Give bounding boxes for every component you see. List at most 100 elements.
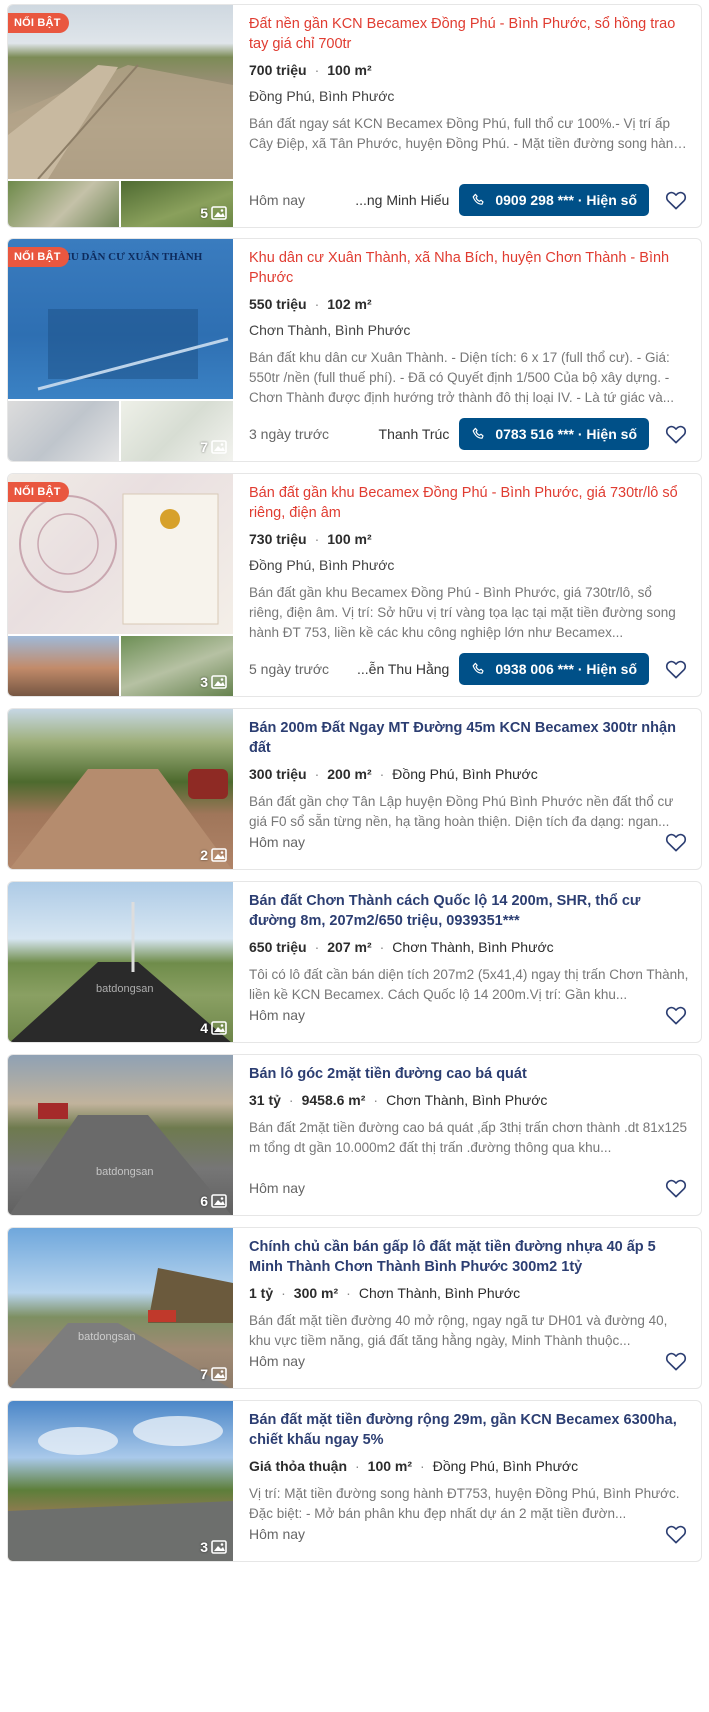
listing-card[interactable]: NỔI BẬT 3 Bán đất gần khu Becamex Đồng P…: [7, 473, 702, 697]
heart-icon: [665, 1006, 687, 1025]
listing-area: 100 m²: [327, 62, 372, 78]
listing-footer: Hôm nay: [249, 998, 689, 1032]
save-listing-button[interactable]: [663, 1002, 689, 1028]
listing-date: Hôm nay: [249, 192, 306, 208]
listing-info: Đất nền gần KCN Becamex Đồng Phú - Bình …: [249, 5, 689, 227]
image-icon: [211, 440, 227, 454]
show-phone-button[interactable]: 0938 006 *** · Hiện số: [459, 653, 649, 685]
listing-specs: 31 tỷ · 9458.6 m² · Chơn Thành, Bình Phước: [249, 1092, 548, 1108]
save-listing-button[interactable]: [663, 656, 689, 682]
listing-specs: 1 tỷ · 300 m² · Chơn Thành, Bình Phước: [249, 1285, 521, 1301]
thumb-photo[interactable]: [8, 401, 119, 461]
photo-count[interactable]: 3: [200, 674, 227, 690]
listing-location: Đồng Phú, Bình Phước: [432, 1458, 579, 1474]
save-listing-button[interactable]: [663, 829, 689, 855]
image-icon: [211, 1194, 227, 1208]
listing-title[interactable]: Bán đất mặt tiền đường rộng 29m, gần KCN…: [249, 1410, 689, 1450]
listing-location: Chơn Thành, Bình Phước: [249, 322, 411, 338]
listing-footer: Hôm nay: [249, 1171, 689, 1205]
listing-info: Bán lô góc 2mặt tiền đường cao bá quát 3…: [249, 1055, 689, 1215]
listing-media[interactable]: KHU DÂN CƯ XUÂN THÀNH NỔI BẬT 7: [8, 239, 233, 461]
listing-area: 100 m²: [367, 1458, 413, 1474]
main-photo[interactable]: batdongsan: [8, 882, 233, 1042]
photo-count[interactable]: 7: [200, 439, 227, 455]
save-listing-button[interactable]: [663, 1175, 689, 1201]
save-listing-button[interactable]: [663, 421, 689, 447]
featured-badge: NỔI BẬT: [8, 247, 69, 267]
photo-count[interactable]: 5: [200, 205, 227, 221]
listing-price: 31 tỷ: [249, 1092, 281, 1108]
main-photo[interactable]: [8, 709, 233, 869]
thumb-photo[interactable]: [8, 181, 119, 227]
agent-name[interactable]: Thanh Trúc: [379, 426, 450, 442]
listing-price: 1 tỷ: [249, 1285, 274, 1301]
listing-price: Giá thỏa thuận: [249, 1458, 347, 1474]
listing-price: 300 triệu: [249, 766, 307, 782]
photo-count[interactable]: 7: [200, 1366, 227, 1382]
listing-info: Chính chủ cần bán gấp lô đất mặt tiền đư…: [249, 1228, 689, 1388]
listing-footer: 3 ngày trước Thanh Trúc 0783 516 *** · H…: [249, 417, 689, 451]
save-listing-button[interactable]: [663, 1348, 689, 1374]
listing-description: Bán đất ngay sát KCN Becamex Đồng Phú, f…: [249, 116, 681, 151]
listing-title[interactable]: Bán 200m Đất Ngay MT Đường 45m KCN Becam…: [249, 718, 689, 758]
listing-price: 650 triệu: [249, 939, 307, 955]
listing-description: Bán đất 2mặt tiền đường cao bá quát ,ấp …: [249, 1120, 688, 1155]
listing-title[interactable]: Bán đất gần khu Becamex Đồng Phú - Bình …: [249, 483, 689, 523]
listing-specs: 700 triệu · 100 m²: [249, 62, 372, 78]
photo-count[interactable]: 6: [200, 1193, 227, 1209]
listing-price: 550 triệu: [249, 296, 307, 312]
listing-media[interactable]: NỔI BẬT 3: [8, 474, 233, 696]
image-icon: [211, 1540, 227, 1554]
listing-title[interactable]: Bán đất Chơn Thành cách Quốc lộ 14 200m,…: [249, 891, 689, 931]
listing-footer: Hôm nay: [249, 825, 689, 859]
image-icon: [211, 675, 227, 689]
main-photo[interactable]: batdongsan: [8, 1228, 233, 1388]
listing-info: Khu dân cư Xuân Thành, xã Nha Bích, huyệ…: [249, 239, 689, 461]
listing-card[interactable]: NỔI BẬT 5 Đất nền gần KCN Becamex Đồng P…: [7, 4, 702, 228]
listing-card[interactable]: batdongsan 6 Bán lô góc 2mặt tiền đường …: [7, 1054, 702, 1216]
listing-specs: 550 triệu · 102 m²: [249, 296, 372, 312]
listing-media[interactable]: 3: [8, 1401, 233, 1561]
main-photo[interactable]: batdongsan: [8, 1055, 233, 1215]
photo-count[interactable]: 4: [200, 1020, 227, 1036]
listing-location: Đồng Phú, Bình Phước: [249, 557, 395, 573]
photo-count[interactable]: 3: [200, 1539, 227, 1555]
save-listing-button[interactable]: [663, 187, 689, 213]
listing-media[interactable]: NỔI BẬT 5: [8, 5, 233, 227]
listing-footer: Hôm nay: [249, 1517, 689, 1551]
listing-card[interactable]: 2 Bán 200m Đất Ngay MT Đường 45m KCN Bec…: [7, 708, 702, 870]
show-phone-button[interactable]: 0783 516 *** · Hiện số: [459, 418, 649, 450]
listing-title[interactable]: Đất nền gần KCN Becamex Đồng Phú - Bình …: [249, 14, 689, 54]
listing-media[interactable]: batdongsan 6: [8, 1055, 233, 1215]
image-icon: [211, 848, 227, 862]
show-phone-button[interactable]: 0909 298 *** · Hiện số: [459, 184, 649, 216]
listing-title[interactable]: Khu dân cư Xuân Thành, xã Nha Bích, huyệ…: [249, 248, 689, 288]
listing-title[interactable]: Chính chủ cần bán gấp lô đất mặt tiền đư…: [249, 1237, 689, 1277]
agent-name[interactable]: ...ng Minh Hiếu: [355, 192, 449, 208]
photo-count[interactable]: 2: [200, 847, 227, 863]
listing-media[interactable]: batdongsan 4: [8, 882, 233, 1042]
phone-icon: [472, 193, 484, 205]
listing-specs: 300 triệu · 200 m² · Đồng Phú, Bình Phước: [249, 766, 538, 782]
heart-icon: [665, 660, 687, 679]
listing-title[interactable]: Bán lô góc 2mặt tiền đường cao bá quát: [249, 1064, 689, 1084]
listing-info: Bán 200m Đất Ngay MT Đường 45m KCN Becam…: [249, 709, 689, 869]
thumb-photo[interactable]: [8, 636, 119, 696]
main-photo[interactable]: [8, 1401, 233, 1561]
svg-text:batdongsan: batdongsan: [78, 1331, 136, 1343]
listing-card[interactable]: batdongsan 7 Chính chủ cần bán gấp lô đấ…: [7, 1227, 702, 1389]
save-listing-button[interactable]: [663, 1521, 689, 1547]
listing-location: Chơn Thành, Bình Phước: [386, 1092, 548, 1108]
featured-badge: NỔI BẬT: [8, 13, 69, 33]
listing-media[interactable]: batdongsan 7: [8, 1228, 233, 1388]
listing-card[interactable]: batdongsan 4 Bán đất Chơn Thành cách Quố…: [7, 881, 702, 1043]
listing-price: 730 triệu: [249, 531, 307, 547]
heart-icon: [665, 1179, 687, 1198]
phone-icon: [472, 662, 484, 674]
listing-media[interactable]: 2: [8, 709, 233, 869]
listing-description: Bán đất gần khu Becamex Đồng Phú - Bình …: [249, 585, 676, 640]
listing-card[interactable]: 3 Bán đất mặt tiền đường rộng 29m, gần K…: [7, 1400, 702, 1562]
listing-card[interactable]: KHU DÂN CƯ XUÂN THÀNH NỔI BẬT 7 Khu dân …: [7, 238, 702, 462]
agent-name[interactable]: ...ễn Thu Hằng: [357, 661, 449, 677]
listing-list: NỔI BẬT 5 Đất nền gần KCN Becamex Đồng P…: [0, 0, 709, 1712]
